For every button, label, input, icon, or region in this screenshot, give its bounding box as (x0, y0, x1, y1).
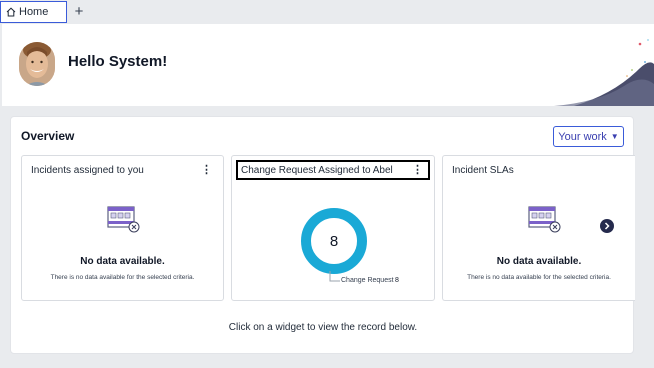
plus-icon[interactable]: + (72, 3, 86, 21)
no-data-icon (107, 206, 140, 233)
kebab-icon[interactable]: ⋮ (412, 165, 423, 176)
widget-title: Incidents assigned to you (31, 165, 144, 176)
tab-home[interactable]: Home (0, 1, 67, 23)
no-data-title: No data available. (80, 256, 165, 267)
no-data-text: There is no data available for the selec… (50, 274, 195, 281)
overview-panel: Overview Your work ▼ Incidents assigned … (10, 116, 635, 354)
widget-hint-text: Click on a widget to view the record bel… (228, 322, 418, 333)
widget-title: Incident SLAs (452, 165, 514, 176)
legend-label: Change Request (341, 277, 394, 284)
welcome-banner: Hello System! (2, 24, 654, 106)
your-work-label: Your work (558, 130, 607, 143)
widget-change-request[interactable]: Change Request Assigned to Abel ⋮ 8 Chan… (231, 155, 435, 301)
home-icon (6, 7, 16, 17)
no-data-icon (528, 206, 561, 233)
legend-connector (329, 271, 340, 282)
avatar (19, 42, 55, 86)
caret-down-icon: ▼ (610, 132, 619, 141)
no-data-title: No data available. (496, 256, 582, 267)
widget-title: Change Request Assigned to Abel (241, 165, 393, 176)
donut-value: 8 (329, 232, 339, 250)
kebab-icon[interactable]: ⋮ (201, 165, 212, 176)
widget-incidents-assigned[interactable]: Incidents assigned to you ⋮ No data avai… (21, 155, 224, 301)
overview-title: Overview (21, 129, 75, 143)
your-work-dropdown[interactable]: Your work ▼ (553, 126, 624, 147)
page-title: Hello System! (68, 53, 168, 70)
no-data-text: There is no data available for the selec… (467, 274, 611, 281)
chevron-right-icon[interactable] (600, 219, 614, 233)
legend-value: 8 (395, 277, 399, 284)
tab-home-label: Home (19, 6, 49, 18)
donut-chart[interactable]: 8 (299, 206, 369, 276)
tab-bar: Home + (0, 0, 654, 24)
decorative-banner-graphic (554, 39, 654, 106)
